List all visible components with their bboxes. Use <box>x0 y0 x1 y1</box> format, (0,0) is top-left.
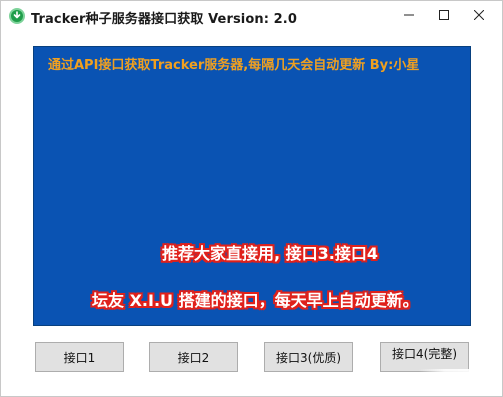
minimize-icon <box>404 14 414 16</box>
corner-watermark-overlay <box>419 369 502 396</box>
api-3-button-label: 接口3(优质) <box>276 350 341 365</box>
app-window: Tracker种子服务器接口获取 Version: 2.0 通过API接口获取T… <box>0 0 503 397</box>
close-icon <box>474 10 484 20</box>
api-2-button[interactable]: 接口2 <box>149 342 238 372</box>
maximize-icon <box>439 10 449 20</box>
info-display-panel: 通过API接口获取Tracker服务器,每隔几天会自动更新 By:小星 推荐大家… <box>33 46 471 326</box>
api-1-button-label: 接口1 <box>63 350 96 365</box>
app-download-icon <box>9 8 25 24</box>
window-title: Tracker种子服务器接口获取 Version: 2.0 <box>31 12 297 27</box>
api-1-button[interactable]: 接口1 <box>35 342 124 372</box>
title-bar[interactable]: Tracker种子服务器接口获取 Version: 2.0 <box>1 1 502 31</box>
api-4-button[interactable]: 接口4(完整) <box>380 342 469 372</box>
close-button[interactable] <box>457 1 501 29</box>
recommendation-notice: 推荐大家直接用, 接口3.接口4 <box>162 244 378 263</box>
update-notice: 坛友 X.I.U 搭建的接口，每天早上自动更新。 <box>92 291 419 310</box>
api-2-button-label: 接口2 <box>177 350 210 365</box>
info-header: 通过API接口获取Tracker服务器,每隔几天会自动更新 By:小星 <box>48 58 420 73</box>
api-3-button[interactable]: 接口3(优质) <box>264 342 353 372</box>
api-4-button-label: 接口4(完整) <box>392 346 457 361</box>
